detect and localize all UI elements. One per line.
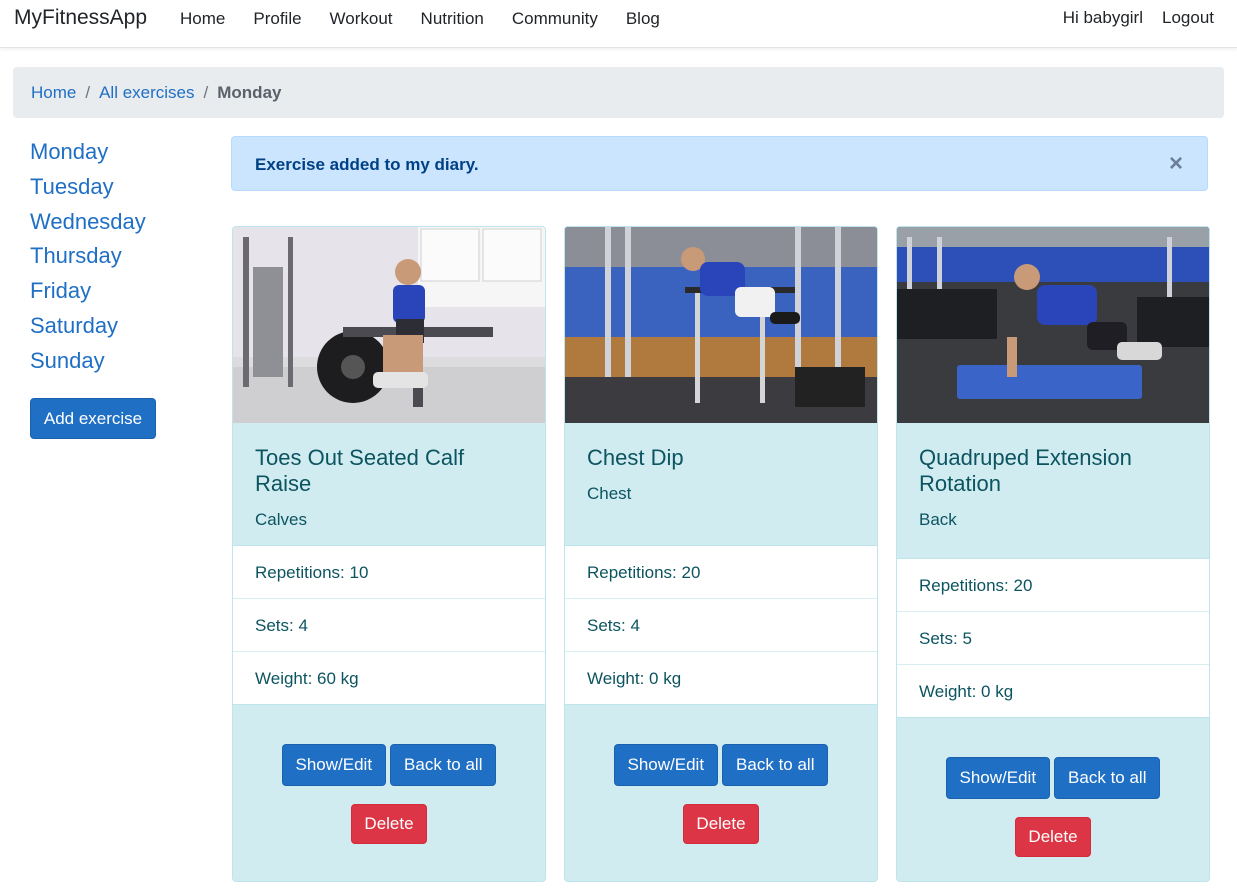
exercise-title[interactable]: Chest Dip [587, 445, 855, 471]
navbar: MyFitnessApp Home Profile Workout Nutrit… [0, 0, 1237, 48]
alert-message: Exercise added to my diary. [255, 155, 479, 174]
exercise-title[interactable]: Toes Out Seated Calf Raise [255, 445, 523, 497]
exercise-image [897, 227, 1209, 423]
user-greeting[interactable]: Hi babygirl [1063, 8, 1143, 28]
repetitions-value: Repetitions: 20 [565, 546, 877, 599]
card-actions: Show/Edit Back to all Delete [565, 705, 877, 881]
nav-home[interactable]: Home [180, 9, 225, 29]
exercise-image [565, 227, 877, 423]
breadcrumb-all-exercises[interactable]: All exercises [99, 83, 194, 103]
breadcrumb-home[interactable]: Home [31, 83, 76, 103]
nav-nutrition[interactable]: Nutrition [421, 9, 484, 29]
nav-user-area: Hi babygirl Logout [1063, 8, 1214, 28]
delete-button[interactable]: Delete [351, 804, 427, 844]
back-to-all-button[interactable]: Back to all [1054, 757, 1161, 799]
repetitions-value: Repetitions: 10 [233, 546, 545, 599]
sidebar-item-thursday[interactable]: Thursday [30, 240, 146, 275]
show-edit-button[interactable]: Show/Edit [281, 744, 387, 786]
breadcrumb-separator: / [85, 82, 91, 102]
logout-link[interactable]: Logout [1162, 8, 1214, 28]
show-edit-button[interactable]: Show/Edit [945, 757, 1051, 799]
card-body: Toes Out Seated Calf Raise Calves [233, 423, 545, 545]
card-body: Chest Dip Chest [565, 423, 877, 545]
show-edit-button[interactable]: Show/Edit [613, 744, 719, 786]
exercise-muscle: Calves [255, 510, 307, 529]
exercise-card: Toes Out Seated Calf Raise Calves Repeti… [232, 226, 546, 882]
card-actions: Show/Edit Back to all Delete [233, 705, 545, 881]
exercise-muscle: Chest [587, 484, 632, 503]
delete-button[interactable]: Delete [1015, 817, 1091, 857]
nav-profile[interactable]: Profile [253, 9, 301, 29]
sidebar-item-monday[interactable]: Monday [30, 136, 146, 171]
weight-value: Weight: 60 kg [233, 652, 545, 705]
exercise-details: Repetitions: 20 Sets: 4 Weight: 0 kg [565, 545, 877, 705]
breadcrumb: Home / All exercises / Monday [13, 67, 1224, 118]
sidebar-item-friday[interactable]: Friday [30, 275, 146, 310]
success-alert: Exercise added to my diary. × [231, 136, 1208, 191]
repetitions-value: Repetitions: 20 [897, 559, 1209, 612]
sets-value: Sets: 5 [897, 612, 1209, 665]
back-to-all-button[interactable]: Back to all [390, 744, 497, 786]
sidebar-item-saturday[interactable]: Saturday [30, 310, 146, 345]
card-body: Quadruped Extension Rotation Back [897, 423, 1209, 558]
sets-value: Sets: 4 [565, 599, 877, 652]
breadcrumb-current: Monday [217, 82, 282, 102]
exercise-details: Repetitions: 20 Sets: 5 Weight: 0 kg [897, 558, 1209, 718]
exercise-title[interactable]: Quadruped Extension Rotation [919, 445, 1187, 497]
exercise-card: Quadruped Extension Rotation Back Repeti… [896, 226, 1210, 882]
sidebar-days: Monday Tuesday Wednesday Thursday Friday… [30, 136, 156, 439]
weight-value: Weight: 0 kg [565, 652, 877, 705]
add-exercise-button[interactable]: Add exercise [30, 398, 156, 439]
breadcrumb-separator: / [203, 82, 209, 102]
sets-value: Sets: 4 [233, 599, 545, 652]
sidebar-item-wednesday[interactable]: Wednesday [30, 206, 146, 241]
delete-button[interactable]: Delete [683, 804, 759, 844]
brand-logo[interactable]: MyFitnessApp [14, 6, 147, 30]
exercise-muscle: Back [919, 510, 957, 529]
nav-community[interactable]: Community [512, 9, 598, 29]
card-actions: Show/Edit Back to all Delete [897, 718, 1209, 881]
sidebar-item-sunday[interactable]: Sunday [30, 345, 146, 380]
close-icon[interactable]: × [1169, 150, 1183, 178]
weight-value: Weight: 0 kg [897, 665, 1209, 718]
nav-workout[interactable]: Workout [330, 9, 393, 29]
exercise-details: Repetitions: 10 Sets: 4 Weight: 60 kg [233, 545, 545, 705]
back-to-all-button[interactable]: Back to all [722, 744, 829, 786]
nav-links: Home Profile Workout Nutrition Community… [180, 9, 688, 29]
sidebar-item-tuesday[interactable]: Tuesday [30, 171, 146, 206]
nav-blog[interactable]: Blog [626, 9, 660, 29]
exercise-card: Chest Dip Chest Repetitions: 20 Sets: 4 … [564, 226, 878, 882]
exercise-image [233, 227, 545, 423]
